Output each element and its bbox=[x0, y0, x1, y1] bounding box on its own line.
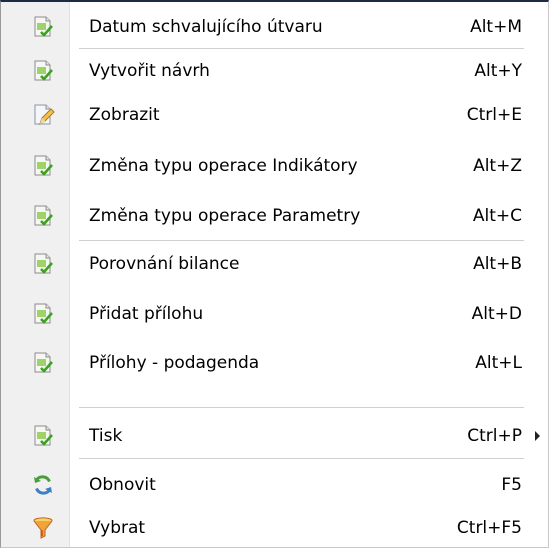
menu-item-tisk[interactable]: Tisk Ctrl+P bbox=[1, 414, 548, 458]
menu-item-vybrat[interactable]: Vybrat Ctrl+F5 bbox=[1, 506, 548, 550]
menu-item-vytvorit-navrh[interactable]: Vytvořit návrh Alt+Y bbox=[1, 49, 548, 93]
menu-separator bbox=[79, 240, 524, 241]
menu-item-label: Změna typu operace Indikátory bbox=[89, 156, 358, 176]
menu-item-label: Datum schvalujícího útvaru bbox=[89, 17, 323, 37]
filter-icon bbox=[33, 517, 53, 539]
menu-item-shortcut: Alt+D bbox=[471, 304, 522, 324]
menu-item-label: Vytvořit návrh bbox=[89, 61, 210, 81]
document-edit-icon bbox=[34, 104, 55, 126]
refresh-icon bbox=[34, 475, 52, 495]
context-menu: Datum schvalujícího útvaru Alt+M Vytvoři… bbox=[0, 0, 549, 548]
document-check-icon bbox=[34, 253, 53, 274]
menu-item-pridat-prilohu[interactable]: Přidat přílohu Alt+D bbox=[1, 292, 548, 336]
menu-item-label: Tisk bbox=[89, 426, 123, 446]
submenu-arrow-icon bbox=[535, 431, 540, 441]
menu-item-label: Vybrat bbox=[89, 518, 146, 538]
menu-item-label: Porovnání bilance bbox=[89, 254, 240, 274]
document-check-icon bbox=[34, 16, 53, 37]
document-check-icon bbox=[34, 352, 53, 373]
menu-item-shortcut: Ctrl+E bbox=[466, 105, 522, 125]
menu-item-shortcut: Alt+Y bbox=[474, 61, 522, 81]
menu-separator bbox=[79, 458, 524, 459]
menu-item-shortcut: Alt+Z bbox=[473, 156, 522, 176]
document-check-icon bbox=[34, 425, 53, 446]
menu-item-zobrazit[interactable]: Zobrazit Ctrl+E bbox=[1, 93, 548, 137]
menu-item-label: Zobrazit bbox=[89, 105, 160, 125]
menu-item-label: Přílohy - podagenda bbox=[89, 353, 260, 373]
menu-item-shortcut: Alt+C bbox=[472, 206, 522, 226]
menu-item-shortcut: Alt+B bbox=[473, 254, 522, 274]
menu-item-zmena-typu-operace-parametry[interactable]: Změna typu operace Parametry Alt+C bbox=[1, 194, 548, 238]
document-check-icon bbox=[34, 155, 53, 176]
menu-item-shortcut: Ctrl+P bbox=[467, 426, 522, 446]
menu-item-datum-schvalujiciho-utvaru[interactable]: Datum schvalujícího útvaru Alt+M bbox=[1, 5, 548, 49]
document-check-icon bbox=[34, 205, 53, 226]
menu-separator bbox=[79, 407, 524, 408]
menu-item-label: Přidat přílohu bbox=[89, 304, 204, 324]
menu-item-label: Obnovit bbox=[89, 475, 156, 495]
menu-item-zmena-typu-operace-indikatory[interactable]: Změna typu operace Indikátory Alt+Z bbox=[1, 144, 548, 188]
menu-item-shortcut: Alt+L bbox=[475, 353, 522, 373]
menu-item-shortcut: F5 bbox=[501, 475, 522, 495]
menu-item-shortcut: Ctrl+F5 bbox=[456, 518, 522, 538]
document-check-icon bbox=[34, 303, 53, 324]
menu-item-shortcut: Alt+M bbox=[470, 17, 522, 37]
menu-item-prilohy-podagenda[interactable]: Přílohy - podagenda Alt+L bbox=[1, 341, 548, 385]
menu-item-label: Změna typu operace Parametry bbox=[89, 206, 361, 226]
document-check-icon bbox=[34, 60, 53, 81]
menu-item-porovnani-bilance[interactable]: Porovnání bilance Alt+B bbox=[1, 242, 548, 286]
menu-item-obnovit[interactable]: Obnovit F5 bbox=[1, 463, 548, 507]
